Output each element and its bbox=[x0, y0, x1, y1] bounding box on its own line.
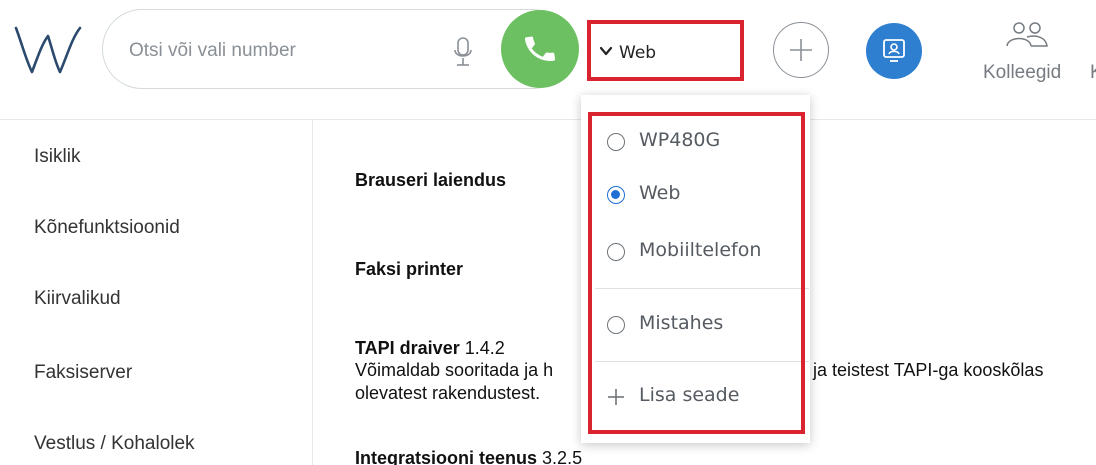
colleagues-label: Kolleegid bbox=[983, 62, 1062, 83]
plus-icon bbox=[790, 39, 812, 61]
phone-icon bbox=[524, 36, 556, 61]
device-option-mobiiltelefon[interactable]: Mobiiltelefon bbox=[607, 237, 797, 267]
dropdown-divider bbox=[595, 288, 809, 289]
device-dropdown-menu: WP480G Web Mobiiltelefon Mistahes Lisa s… bbox=[581, 95, 810, 443]
tapi-desc-start: Võimaldab sooritada ja h bbox=[355, 360, 554, 380]
dropdown-divider bbox=[595, 361, 809, 362]
sidebar-item-konefunktsioonid[interactable]: Kõnefunktsioonid bbox=[34, 217, 180, 239]
sidebar-item-isiklik[interactable]: Isiklik bbox=[34, 146, 80, 168]
sidebar-item-kiirvalikud[interactable]: Kiirvalikud bbox=[34, 288, 121, 310]
search-input[interactable] bbox=[127, 34, 431, 68]
add-button[interactable] bbox=[773, 22, 829, 78]
tapi-desc-line2: olevatest rakendustest. bbox=[355, 383, 541, 403]
device-select-value: Web bbox=[619, 43, 657, 63]
section-title-tapi: TAPI draiver bbox=[355, 338, 460, 358]
device-option-wp480g[interactable]: WP480G bbox=[607, 127, 797, 157]
device-option-label: Mobiiltelefon bbox=[639, 239, 762, 261]
mic-icon[interactable] bbox=[453, 36, 473, 68]
tapi-desc-end: ja teistest TAPI-ga kooskõlas bbox=[813, 360, 1044, 380]
colleagues-nav[interactable]: Kolleegid bbox=[975, 20, 1085, 90]
section-version-tapi: 1.4.2 bbox=[464, 338, 505, 358]
radio-icon bbox=[607, 243, 625, 261]
sidebar-item-faksiserver[interactable]: Faksiserver bbox=[34, 362, 132, 384]
device-select[interactable]: Web bbox=[587, 20, 744, 81]
colleagues-icon bbox=[1006, 22, 1048, 47]
plus-icon bbox=[608, 389, 624, 405]
radio-icon bbox=[607, 316, 625, 334]
device-option-label: Web bbox=[639, 182, 681, 204]
chevron-down-icon bbox=[599, 46, 613, 56]
call-button[interactable] bbox=[501, 10, 579, 88]
device-option-label: Mistahes bbox=[639, 312, 724, 334]
radio-checked-icon bbox=[607, 186, 625, 204]
radio-icon bbox=[607, 133, 625, 151]
w-logo-icon bbox=[14, 26, 82, 74]
device-option-web[interactable]: Web bbox=[607, 180, 797, 210]
next-nav-label[interactable]: K bbox=[1090, 62, 1096, 84]
section-version-integratsioon: 3.2.5 bbox=[542, 448, 583, 465]
add-device-button[interactable]: Lisa seade bbox=[607, 382, 797, 412]
section-title-integratsioon: Integratsiooni teenus bbox=[355, 448, 538, 465]
presence-icon bbox=[883, 39, 905, 62]
sidebar-item-vestlus[interactable]: Vestlus / Kohalolek bbox=[34, 433, 195, 455]
section-title-faksi: Faksi printer bbox=[355, 259, 464, 279]
app-window: Web Kolleegid K Isiklik Kõnefunktsioonid… bbox=[0, 0, 1096, 465]
device-option-label: WP480G bbox=[639, 129, 721, 151]
section-title-brauseri: Brauseri laiendus bbox=[355, 170, 507, 190]
section-tapi-heading: TAPI draiver 1.4.2 bbox=[355, 338, 505, 359]
device-option-mistahes[interactable]: Mistahes bbox=[607, 310, 797, 340]
section-integratsioon-heading: Integratsiooni teenus 3.2.5 bbox=[355, 448, 582, 465]
presence-button[interactable] bbox=[866, 23, 922, 79]
add-device-label: Lisa seade bbox=[639, 384, 740, 406]
